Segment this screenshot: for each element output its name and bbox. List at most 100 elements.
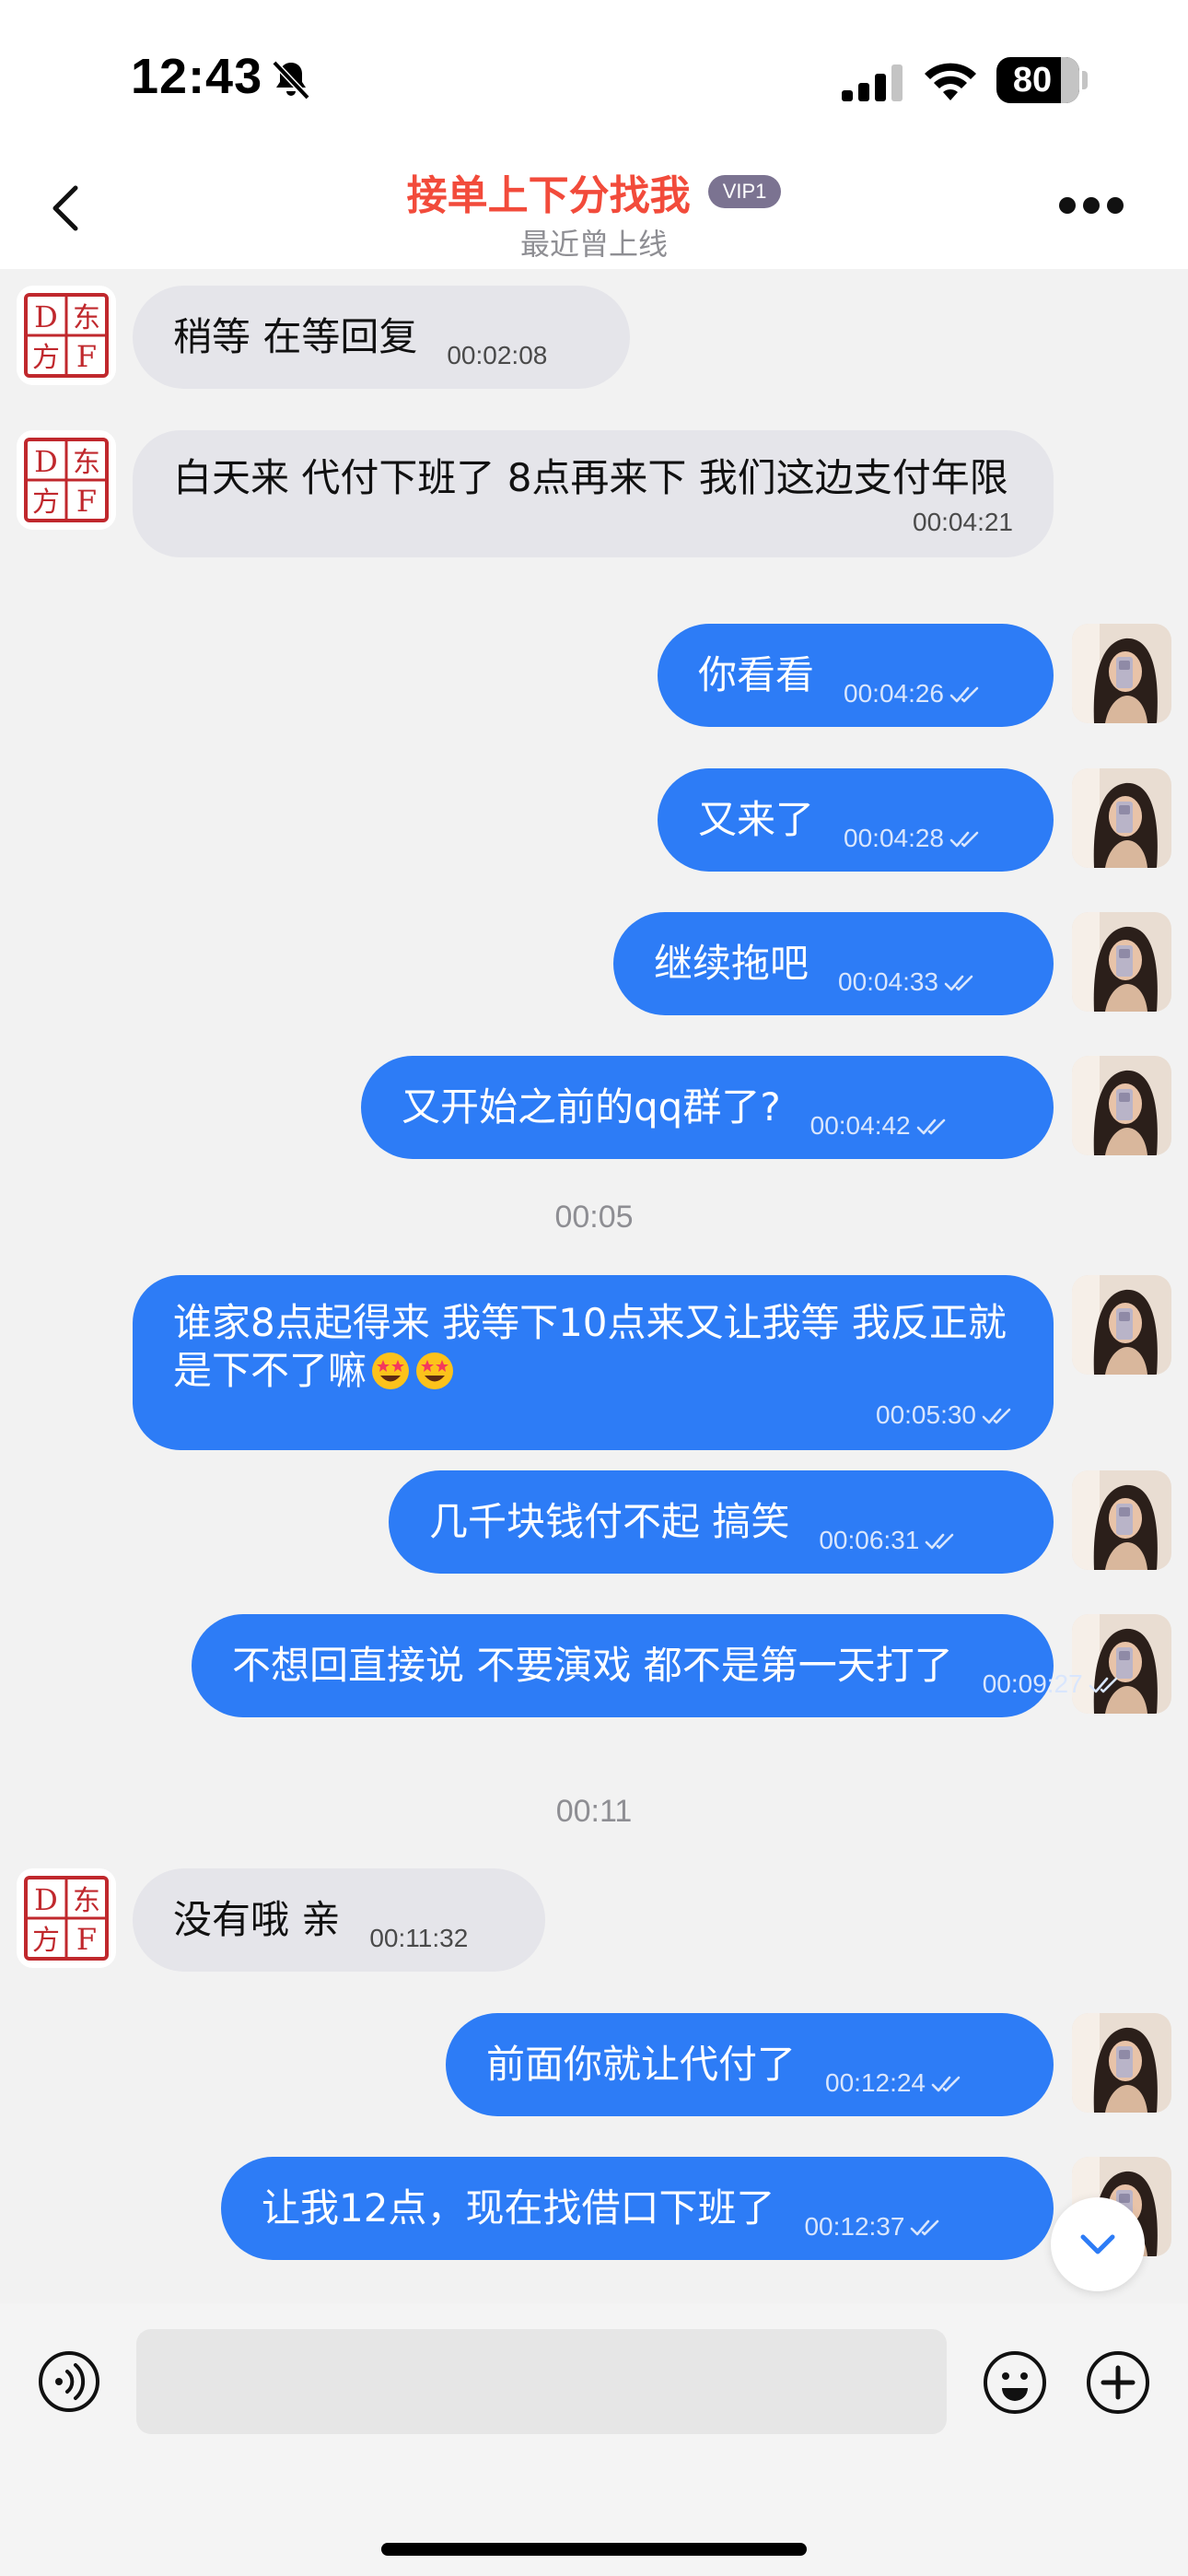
message-text: 你看看 xyxy=(698,652,815,697)
read-check-icon xyxy=(926,1533,954,1550)
message-text: 前面你就让代付了 xyxy=(486,2042,797,2087)
message-text: 又开始之前的qq群了? xyxy=(402,1084,781,1130)
cellular-signal-icon xyxy=(842,64,903,101)
status-bar: 12:43 80 xyxy=(0,0,1188,147)
message-meta: 00:04:26 xyxy=(844,679,981,708)
my-avatar[interactable] xyxy=(1072,2013,1171,2113)
message-meta: 00:04:28 xyxy=(844,824,981,853)
message-bubble[interactable]: 白天来 代付下班了 8点再来下 我们这边支付年限 00:04:21 xyxy=(133,430,1054,557)
voice-icon[interactable] xyxy=(37,2349,101,2414)
my-avatar[interactable] xyxy=(1072,1275,1171,1375)
message-text: 白天来 代付下班了 8点再来下 我们这边支付年限 xyxy=(173,455,1008,500)
message-text: 稍等 在等回复 xyxy=(173,314,418,359)
chat-header: 接单上下分找我 VIP1 最近曾上线 xyxy=(0,147,1188,269)
message-meta: 00:04:21 xyxy=(173,508,1013,537)
mute-bell-icon xyxy=(272,60,310,100)
message-meta: 00:12:37 xyxy=(804,2212,941,2242)
read-check-icon xyxy=(911,2219,939,2236)
vip-badge: VIP1 xyxy=(707,175,782,208)
seal-char: D xyxy=(34,1882,58,1917)
message-meta: 00:04:33 xyxy=(838,967,975,997)
emoji-group xyxy=(367,1352,455,1389)
battery-level: 80 xyxy=(1012,61,1053,100)
status-time: 12:43 xyxy=(131,49,263,104)
seal-char: D xyxy=(34,444,58,479)
message-list[interactable]: D 东 方 F 稍等 在等回复 00:02:08 D 东 方 F 白天来 代付下班… xyxy=(0,269,1188,2303)
seal-char: 方 xyxy=(32,486,60,519)
star-struck-emoji-icon xyxy=(372,1352,410,1389)
message-text: 没有哦 亲 xyxy=(173,1897,341,1942)
my-avatar[interactable] xyxy=(1072,1470,1171,1570)
message-bubble[interactable]: 稍等 在等回复 00:02:08 xyxy=(133,286,630,389)
message-meta: 00:04:42 xyxy=(810,1111,948,1141)
battery-cap xyxy=(1082,71,1088,89)
message-text: 不想回直接说 不要演戏 都不是第一天打了 xyxy=(232,1643,953,1688)
message-bubble[interactable]: 继续拖吧 00:04:33 xyxy=(613,912,1054,1015)
message-input[interactable] xyxy=(136,2329,947,2434)
message-bubble[interactable]: 谁家8点起得来 我等下10点来又让我等 我反正就是下不了嘛 00:05:30 xyxy=(133,1275,1054,1450)
contact-avatar[interactable]: D 东 方 F xyxy=(17,286,116,385)
read-check-icon xyxy=(982,1408,1011,1424)
message-meta: 00:05:30 xyxy=(173,1400,1013,1430)
message-text: 谁家8点起得来 我等下10点来又让我等 我反正就是下不了嘛 xyxy=(173,1300,1007,1393)
message-bubble[interactable]: 几千块钱付不起 搞笑 00:06:31 xyxy=(389,1470,1054,1574)
scroll-down-chevron-icon xyxy=(1080,2234,1115,2254)
read-check-icon xyxy=(944,975,973,991)
message-meta: 00:06:31 xyxy=(819,1526,956,1555)
seal-char: 方 xyxy=(32,1925,60,1957)
read-check-icon xyxy=(1089,1677,1118,1693)
message-time: 00:12:37 xyxy=(804,2212,905,2241)
contact-name: 接单上下分找我 xyxy=(406,172,691,219)
message-time: 00:09:27 xyxy=(982,1669,1083,1698)
message-time: 00:04:26 xyxy=(844,679,945,708)
seal-char: 东 xyxy=(73,302,100,334)
wifi-icon xyxy=(925,63,976,100)
message-meta: 00:09:27 xyxy=(983,1669,1120,1699)
message-bubble[interactable]: 又来了 00:04:28 xyxy=(658,768,1054,872)
last-seen-status: 最近曾上线 xyxy=(519,227,668,262)
time-divider: 00:05 xyxy=(554,1200,634,1235)
read-check-icon xyxy=(949,831,979,848)
message-time: 00:04:28 xyxy=(844,824,945,852)
my-avatar[interactable] xyxy=(1072,1056,1171,1155)
seal-char: F xyxy=(76,339,97,374)
my-avatar[interactable] xyxy=(1072,912,1171,1012)
contact-avatar[interactable]: D 东 方 F xyxy=(17,1868,116,1968)
more-dots-icon[interactable] xyxy=(1057,193,1125,217)
contact-avatar[interactable]: D 东 方 F xyxy=(17,430,116,530)
message-meta: 00:11:32 xyxy=(369,1924,468,1953)
message-meta: 00:12:24 xyxy=(825,2068,962,2098)
my-avatar[interactable] xyxy=(1072,768,1171,868)
my-avatar[interactable] xyxy=(1072,624,1171,723)
seal-char: 东 xyxy=(73,1885,100,1917)
message-bubble[interactable]: 让我12点，现在找借口下班了 00:12:37 xyxy=(221,2157,1054,2260)
seal-char: F xyxy=(76,484,97,519)
seal-char: F xyxy=(76,1922,97,1957)
seal-char: 东 xyxy=(73,447,100,479)
message-bubble[interactable]: 又开始之前的qq群了? 00:04:42 xyxy=(361,1056,1054,1159)
seal-char: 方 xyxy=(32,342,60,374)
contact-title-row[interactable]: 接单上下分找我 VIP1 xyxy=(0,162,1188,221)
emoji-icon[interactable] xyxy=(982,2349,1048,2416)
message-text: 继续拖吧 xyxy=(654,941,809,986)
message-bubble[interactable]: 你看看 00:04:26 xyxy=(658,624,1054,727)
message-text: 几千块钱付不起 搞笑 xyxy=(429,1499,790,1544)
message-bubble[interactable]: 不想回直接说 不要演戏 都不是第一天打了 00:09:27 xyxy=(192,1614,1118,1717)
read-check-icon xyxy=(931,2076,961,2092)
home-indicator xyxy=(381,2543,807,2556)
read-check-icon xyxy=(916,1118,945,1135)
message-time: 00:04:21 xyxy=(913,508,1013,536)
message-time: 00:02:08 xyxy=(447,341,548,369)
plus-icon[interactable] xyxy=(1085,2349,1151,2416)
message-time: 00:05:30 xyxy=(876,1400,976,1429)
message-time: 00:04:42 xyxy=(809,1111,911,1140)
star-struck-emoji-icon xyxy=(416,1352,454,1389)
message-bubble[interactable]: 前面你就让代付了 00:12:24 xyxy=(446,2013,1054,2116)
message-bubble[interactable]: 没有哦 亲 00:11:32 xyxy=(133,1868,545,1972)
scroll-down-button[interactable] xyxy=(1051,2197,1145,2291)
message-time: 00:06:31 xyxy=(819,1526,920,1554)
message-text: 让我12点，现在找借口下班了 xyxy=(262,2185,775,2231)
message-meta: 00:02:08 xyxy=(447,341,547,370)
message-time: 00:11:32 xyxy=(369,1924,469,1952)
message-text: 又来了 xyxy=(698,797,815,842)
